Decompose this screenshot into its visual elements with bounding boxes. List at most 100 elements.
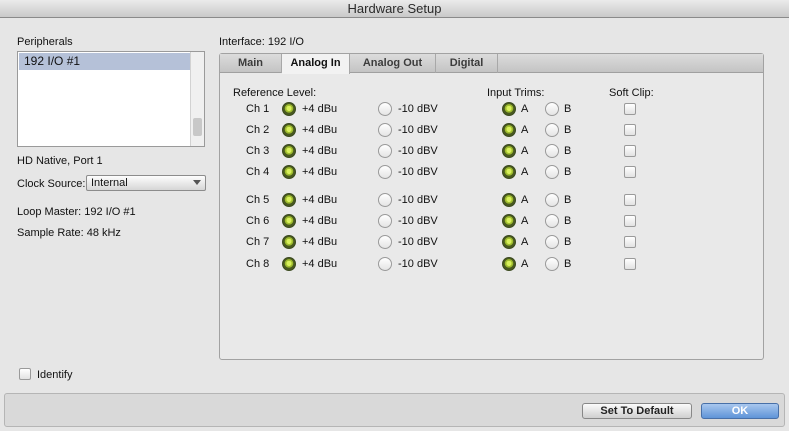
ch8-ref-plus4-label: +4 dBu xyxy=(302,258,338,270)
ch8-ref-minus10-radio[interactable] xyxy=(378,257,392,271)
clock-source-label: Clock Source: xyxy=(17,178,86,190)
set-to-default-button[interactable]: Set To Default xyxy=(582,403,692,419)
ch7-ref-plus4-radio[interactable] xyxy=(282,235,296,249)
ch3-label: Ch 3 xyxy=(246,145,270,157)
ch6-ref-plus4-radio[interactable] xyxy=(282,214,296,228)
ch3-trim-a-radio[interactable] xyxy=(502,144,516,158)
ch2-soft-clip-checkbox[interactable] xyxy=(624,124,636,136)
port-label: HD Native, Port 1 xyxy=(17,155,103,167)
ch1-trim-b-label: B xyxy=(564,103,572,115)
ch7-trim-a-radio[interactable] xyxy=(502,235,516,249)
ch8-soft-clip-checkbox[interactable] xyxy=(624,258,636,270)
ch2-ref-plus4-radio[interactable] xyxy=(282,123,296,137)
ch6-trim-b-label: B xyxy=(564,215,572,227)
chevron-down-icon xyxy=(193,180,201,185)
ch3-ref-plus4-label: +4 dBu xyxy=(302,145,338,157)
ch1-ref-plus4-radio[interactable] xyxy=(282,102,296,116)
ch1-ref-minus10-label: -10 dBV xyxy=(398,103,438,115)
tab-main[interactable]: Main xyxy=(220,54,282,73)
ch7-ref-minus10-radio[interactable] xyxy=(378,235,392,249)
ch4-trim-a-radio[interactable] xyxy=(502,165,516,179)
ch4-label: Ch 4 xyxy=(246,166,270,178)
ch8-trim-a-label: A xyxy=(521,258,529,270)
ch2-ref-minus10-radio[interactable] xyxy=(378,123,392,137)
ch4-trim-b-radio[interactable] xyxy=(545,165,559,179)
ch2-trim-b-radio[interactable] xyxy=(545,123,559,137)
ch3-ref-plus4-radio[interactable] xyxy=(282,144,296,158)
ch1-ref-minus10-radio[interactable] xyxy=(378,102,392,116)
ch3-trim-b-label: B xyxy=(564,145,572,157)
ch2-trim-b-label: B xyxy=(564,124,572,136)
identify-label: Identify xyxy=(37,369,73,381)
ok-button[interactable]: OK xyxy=(701,403,779,419)
ch8-trim-b-radio[interactable] xyxy=(545,257,559,271)
ch4-ref-minus10-radio[interactable] xyxy=(378,165,392,179)
peripherals-list[interactable]: 192 I/O #1 xyxy=(17,51,205,147)
ch1-ref-plus4-label: +4 dBu xyxy=(302,103,338,115)
ch6-ref-minus10-radio[interactable] xyxy=(378,214,392,228)
tab-analog-in[interactable]: Analog In xyxy=(282,54,350,74)
ch5-soft-clip-checkbox[interactable] xyxy=(624,194,636,206)
identify-checkbox[interactable] xyxy=(19,368,31,380)
ch6-trim-a-radio[interactable] xyxy=(502,214,516,228)
ch6-label: Ch 6 xyxy=(246,215,270,227)
ch6-ref-plus4-label: +4 dBu xyxy=(302,215,338,227)
ch2-trim-a-radio[interactable] xyxy=(502,123,516,137)
tab-digital[interactable]: Digital xyxy=(436,54,498,73)
ch1-trim-b-radio[interactable] xyxy=(545,102,559,116)
hardware-setup-window: Hardware Setup Peripherals 192 I/O #1 HD… xyxy=(0,0,789,431)
ch3-trim-b-radio[interactable] xyxy=(545,144,559,158)
ch1-trim-a-radio[interactable] xyxy=(502,102,516,116)
ch5-ref-minus10-label: -10 dBV xyxy=(398,194,438,206)
ch8-trim-a-radio[interactable] xyxy=(502,257,516,271)
ch5-trim-b-label: B xyxy=(564,194,572,206)
ch7-soft-clip-checkbox[interactable] xyxy=(624,236,636,248)
scrollbar-thumb[interactable] xyxy=(193,118,202,136)
sample-rate-label: Sample Rate: 48 kHz xyxy=(17,227,121,239)
ch2-ref-minus10-label: -10 dBV xyxy=(398,124,438,136)
ch6-soft-clip-checkbox[interactable] xyxy=(624,215,636,227)
ch6-trim-b-radio[interactable] xyxy=(545,214,559,228)
ch2-ref-plus4-label: +4 dBu xyxy=(302,124,338,136)
ch7-label: Ch 7 xyxy=(246,236,270,248)
ch5-ref-plus4-radio[interactable] xyxy=(282,193,296,207)
ch3-ref-minus10-label: -10 dBV xyxy=(398,145,438,157)
peripherals-scrollbar[interactable] xyxy=(190,52,204,146)
reference-level-header: Reference Level: xyxy=(233,87,317,99)
ch6-ref-minus10-label: -10 dBV xyxy=(398,215,438,227)
ch8-label: Ch 8 xyxy=(246,258,270,270)
ch8-ref-plus4-radio[interactable] xyxy=(282,257,296,271)
peripherals-label: Peripherals xyxy=(17,36,73,48)
settings-panel: Main Analog In Analog Out Digital xyxy=(219,53,764,360)
ch7-trim-b-radio[interactable] xyxy=(545,235,559,249)
ch7-ref-minus10-label: -10 dBV xyxy=(398,236,438,248)
ch3-soft-clip-checkbox[interactable] xyxy=(624,145,636,157)
ch5-ref-minus10-radio[interactable] xyxy=(378,193,392,207)
window-title: Hardware Setup xyxy=(0,0,789,18)
ch5-ref-plus4-label: +4 dBu xyxy=(302,194,338,206)
ch7-trim-a-label: A xyxy=(521,236,529,248)
ch4-ref-minus10-label: -10 dBV xyxy=(398,166,438,178)
ch4-soft-clip-checkbox[interactable] xyxy=(624,166,636,178)
ch4-ref-plus4-radio[interactable] xyxy=(282,165,296,179)
ch5-trim-a-radio[interactable] xyxy=(502,193,516,207)
ch5-trim-b-radio[interactable] xyxy=(545,193,559,207)
clock-source-select[interactable]: Internal xyxy=(86,175,206,191)
ch2-label: Ch 2 xyxy=(246,124,270,136)
input-trims-header: Input Trims: xyxy=(487,87,545,99)
ch8-ref-minus10-label: -10 dBV xyxy=(398,258,438,270)
tab-bar: Main Analog In Analog Out Digital xyxy=(220,54,763,74)
ch1-soft-clip-checkbox[interactable] xyxy=(624,103,636,115)
ch4-ref-plus4-label: +4 dBu xyxy=(302,166,338,178)
ch7-ref-plus4-label: +4 dBu xyxy=(302,236,338,248)
peripheral-item-192io[interactable]: 192 I/O #1 xyxy=(19,53,191,70)
loop-master-label: Loop Master: 192 I/O #1 xyxy=(17,206,136,218)
clock-source-value: Internal xyxy=(91,177,128,189)
interface-label: Interface: 192 I/O xyxy=(219,36,304,48)
ch1-label: Ch 1 xyxy=(246,103,270,115)
ch3-ref-minus10-radio[interactable] xyxy=(378,144,392,158)
ch7-trim-b-label: B xyxy=(564,236,572,248)
ch4-trim-b-label: B xyxy=(564,166,572,178)
ch5-label: Ch 5 xyxy=(246,194,270,206)
tab-analog-out[interactable]: Analog Out xyxy=(350,54,436,73)
